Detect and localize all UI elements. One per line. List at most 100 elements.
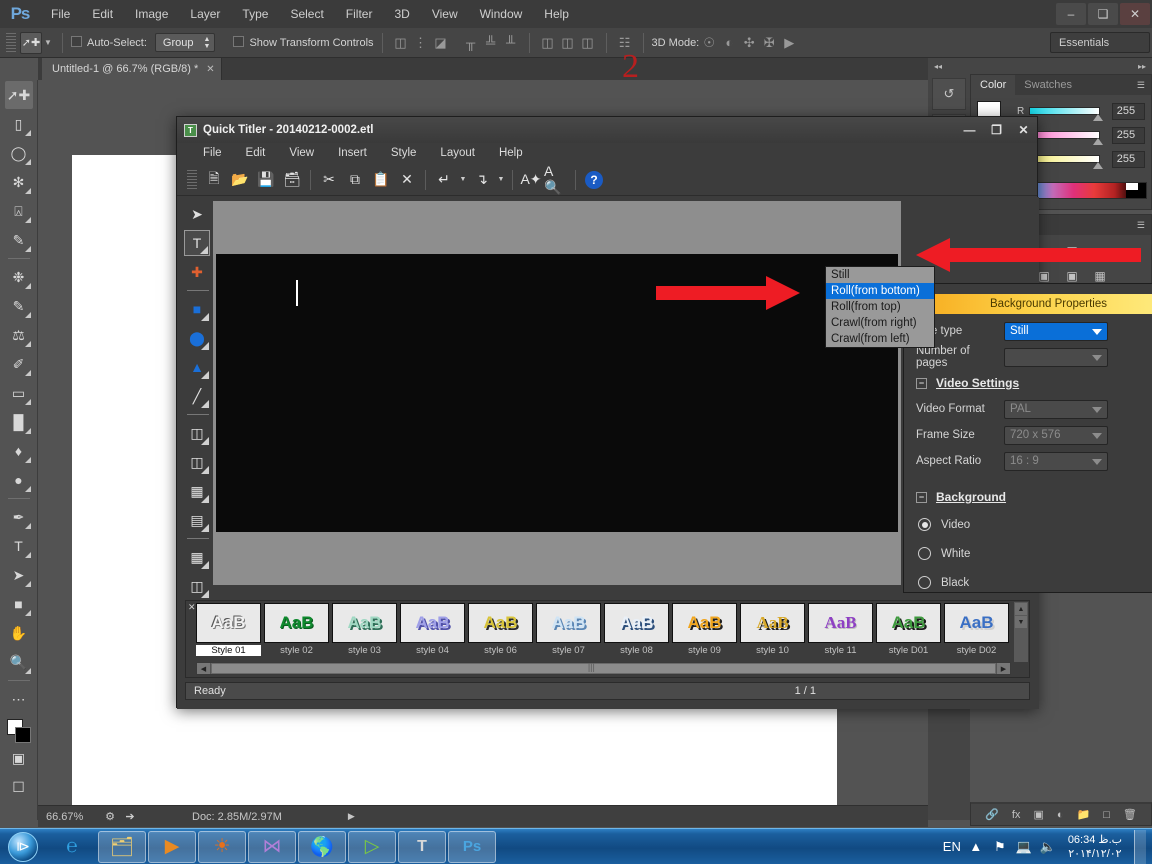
titler-menu-layout[interactable]: Layout bbox=[428, 143, 487, 164]
edius-icon[interactable]: ▷ bbox=[348, 830, 396, 863]
menu-3d[interactable]: 3D bbox=[383, 0, 420, 28]
dropdown-option-crawl-from-right[interactable]: Crawl(from right) bbox=[826, 315, 934, 331]
save-as-icon[interactable]: 🗃 bbox=[279, 167, 305, 193]
triangle-tool[interactable]: ▲ bbox=[184, 354, 210, 380]
layer-style-icon[interactable]: fx bbox=[1012, 809, 1021, 821]
maximize-button[interactable]: ❑ bbox=[1088, 3, 1118, 25]
channel-value-r[interactable]: 255 bbox=[1111, 102, 1145, 120]
radio-button-white[interactable] bbox=[918, 547, 931, 560]
menu-layer[interactable]: Layer bbox=[179, 0, 231, 28]
titler-menu-help[interactable]: Help bbox=[487, 143, 535, 164]
style-item[interactable]: AaB Style 01 bbox=[196, 603, 261, 661]
radio-button-black[interactable] bbox=[918, 576, 931, 589]
safe-area-tool[interactable]: ◫ bbox=[184, 573, 210, 599]
magic-wand-tool[interactable]: ✻ bbox=[5, 168, 33, 196]
show-transform-checkbox-group[interactable]: Show Transform Controls bbox=[233, 36, 374, 49]
zoom-level[interactable]: 66.67% bbox=[38, 811, 100, 823]
spot-healing-tool[interactable]: ❉ bbox=[5, 263, 33, 291]
style-item[interactable]: AaB style 07 bbox=[536, 603, 601, 661]
history-panel-icon[interactable]: ↺ bbox=[932, 78, 966, 110]
move-tool-icon[interactable]: ➚✚ bbox=[20, 31, 42, 54]
tool-preset-chevron-icon[interactable]: ▼ bbox=[42, 38, 54, 47]
background-color-swatch[interactable] bbox=[14, 727, 31, 743]
quick-titler-icon[interactable]: T bbox=[398, 830, 446, 863]
pointer-tool[interactable]: ➤ bbox=[184, 201, 210, 227]
action-center-icon[interactable]: ⚑ bbox=[988, 839, 1012, 855]
link-layers-icon[interactable]: 🔗 bbox=[985, 808, 999, 821]
menu-file[interactable]: File bbox=[40, 0, 81, 28]
ellipse-tool[interactable]: ⬤ bbox=[184, 325, 210, 351]
photoshop-icon[interactable]: Ps bbox=[448, 830, 496, 863]
style-item[interactable]: AaB style D02 bbox=[944, 603, 1009, 661]
collapse-expander-icon[interactable]: − bbox=[916, 377, 927, 389]
video-settings-section-header[interactable]: − Video Settings bbox=[906, 370, 1152, 396]
style-item[interactable]: AaB style 08 bbox=[604, 603, 669, 661]
screen-mode-icon[interactable]: ☐ bbox=[5, 773, 33, 801]
align-bottom-edges-icon[interactable]: ╨ bbox=[501, 33, 521, 53]
style-thumbnail[interactable]: AaB bbox=[604, 603, 669, 643]
text-tool[interactable]: T bbox=[184, 230, 210, 256]
slider-thumb-g[interactable] bbox=[1092, 138, 1103, 145]
style-thumbnail[interactable]: AaB bbox=[740, 603, 805, 643]
pen-tool[interactable]: ✒ bbox=[5, 503, 33, 531]
scroll-left-icon[interactable]: ◀ bbox=[197, 663, 210, 674]
grid-tool[interactable]: ▦ bbox=[184, 544, 210, 570]
maximize-button[interactable]: ❐ bbox=[983, 117, 1010, 143]
undo-icon[interactable]: ↵ bbox=[431, 167, 457, 193]
menu-help[interactable]: Help bbox=[533, 0, 580, 28]
scrollbar-thumb[interactable] bbox=[211, 662, 996, 674]
style-thumbnail[interactable]: AaB bbox=[332, 603, 397, 643]
undo-chevron-down-icon[interactable]: ▼ bbox=[457, 167, 469, 193]
clock[interactable]: 06:34 ب.ظ ۲۰۱۴/۱۲/۰۲ bbox=[1060, 833, 1130, 861]
scroll-down-icon[interactable]: ▼ bbox=[1015, 616, 1027, 628]
style-thumbnail[interactable]: AaB bbox=[672, 603, 737, 643]
eyedropper-tool[interactable]: ✎ bbox=[5, 226, 33, 254]
align-left-edges-icon[interactable]: ◫ bbox=[391, 33, 411, 53]
movie-maker-icon[interactable]: ⋈ bbox=[248, 830, 296, 863]
style-item[interactable]: AaB style 10 bbox=[740, 603, 805, 661]
frame-size-dropdown[interactable]: 720 x 576 bbox=[1004, 425, 1108, 445]
auto-select-scope-dropdown[interactable]: Group ▲ ▼ bbox=[154, 33, 216, 52]
color-swatches[interactable] bbox=[6, 719, 31, 743]
marquee-tool[interactable]: ▯ bbox=[5, 110, 33, 138]
dropdown-option-roll-from-bottom[interactable]: Roll(from bottom) bbox=[826, 283, 934, 299]
gradient-tool[interactable]: █ bbox=[5, 408, 33, 436]
layer-tool[interactable]: ▤ bbox=[184, 507, 210, 533]
slider-thumb-r[interactable] bbox=[1092, 114, 1103, 121]
firefox-icon[interactable]: ☀ bbox=[198, 830, 246, 863]
auto-select-checkbox[interactable] bbox=[71, 36, 82, 47]
collapse-left-icon[interactable]: ◂◂ bbox=[934, 62, 942, 71]
titler-menu-file[interactable]: File bbox=[191, 143, 234, 164]
style-item[interactable]: AaB style 06 bbox=[468, 603, 533, 661]
status-expand-icon[interactable]: ▶ bbox=[348, 811, 355, 822]
tab-color[interactable]: Color bbox=[971, 75, 1016, 95]
hand-tool[interactable]: ✋ bbox=[5, 619, 33, 647]
crosshair-tool[interactable]: ✚ bbox=[184, 259, 210, 285]
video-format-dropdown[interactable]: PAL bbox=[1004, 399, 1108, 419]
radio-button-video[interactable] bbox=[918, 518, 931, 531]
eraser-tool[interactable]: ▭ bbox=[5, 379, 33, 407]
panel-menu-icon[interactable]: ☰ bbox=[1131, 75, 1151, 95]
menu-filter[interactable]: Filter bbox=[335, 0, 384, 28]
style-item[interactable]: AaB style 09 bbox=[672, 603, 737, 661]
titler-menu-style[interactable]: Style bbox=[379, 143, 429, 164]
background-option-video[interactable]: Video bbox=[906, 510, 1152, 539]
copy-icon[interactable]: ⧉ bbox=[342, 167, 368, 193]
style-thumbnail[interactable]: AaB bbox=[876, 603, 941, 643]
style-item[interactable]: AaB style 04 bbox=[400, 603, 465, 661]
new-group-icon[interactable]: 📁 bbox=[1077, 808, 1091, 821]
dodge-tool[interactable]: ● bbox=[5, 466, 33, 494]
cut-icon[interactable]: ✂ bbox=[316, 167, 342, 193]
speaker-icon[interactable]: 🔈 bbox=[1036, 839, 1060, 855]
redo-chevron-down-icon[interactable]: ▼ bbox=[495, 167, 507, 193]
close-icon[interactable]: ✕ bbox=[188, 602, 196, 613]
menu-image[interactable]: Image bbox=[124, 0, 179, 28]
style-vertical-scrollbar[interactable]: ▲ ▼ bbox=[1014, 602, 1028, 662]
gear-icon[interactable]: ⚙ bbox=[100, 810, 120, 823]
blur-tool[interactable]: ♦ bbox=[5, 437, 33, 465]
dropdown-option-roll-from-top[interactable]: Roll(from top) bbox=[826, 299, 934, 315]
show-transform-checkbox[interactable] bbox=[233, 36, 245, 47]
3d-slide-icon[interactable]: ✠ bbox=[759, 33, 779, 53]
language-indicator[interactable]: EN bbox=[940, 839, 964, 854]
collapse-expander-icon[interactable]: − bbox=[916, 491, 927, 503]
